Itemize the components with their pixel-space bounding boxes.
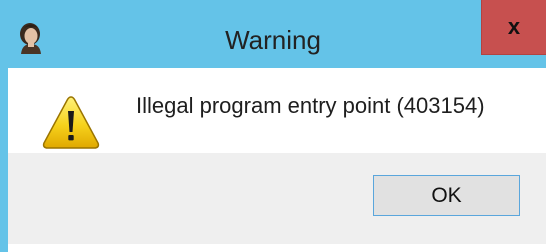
window-title: Warning	[225, 25, 321, 55]
warning-message: Illegal program entry point (403154)	[136, 93, 485, 118]
warning-icon	[42, 96, 100, 149]
ok-button[interactable]: OK	[373, 175, 520, 216]
close-button[interactable]: x	[481, 0, 546, 55]
title-bar[interactable]: Warning x	[0, 0, 546, 68]
button-bar: OK	[8, 153, 546, 244]
message-area: Illegal program entry point (403154)	[8, 68, 546, 153]
warning-dialog-window: Warning x Illegal program entry point (4…	[0, 0, 546, 252]
dialog-body: Illegal program entry point (403154) OK	[8, 68, 546, 252]
close-icon: x	[507, 14, 521, 39]
